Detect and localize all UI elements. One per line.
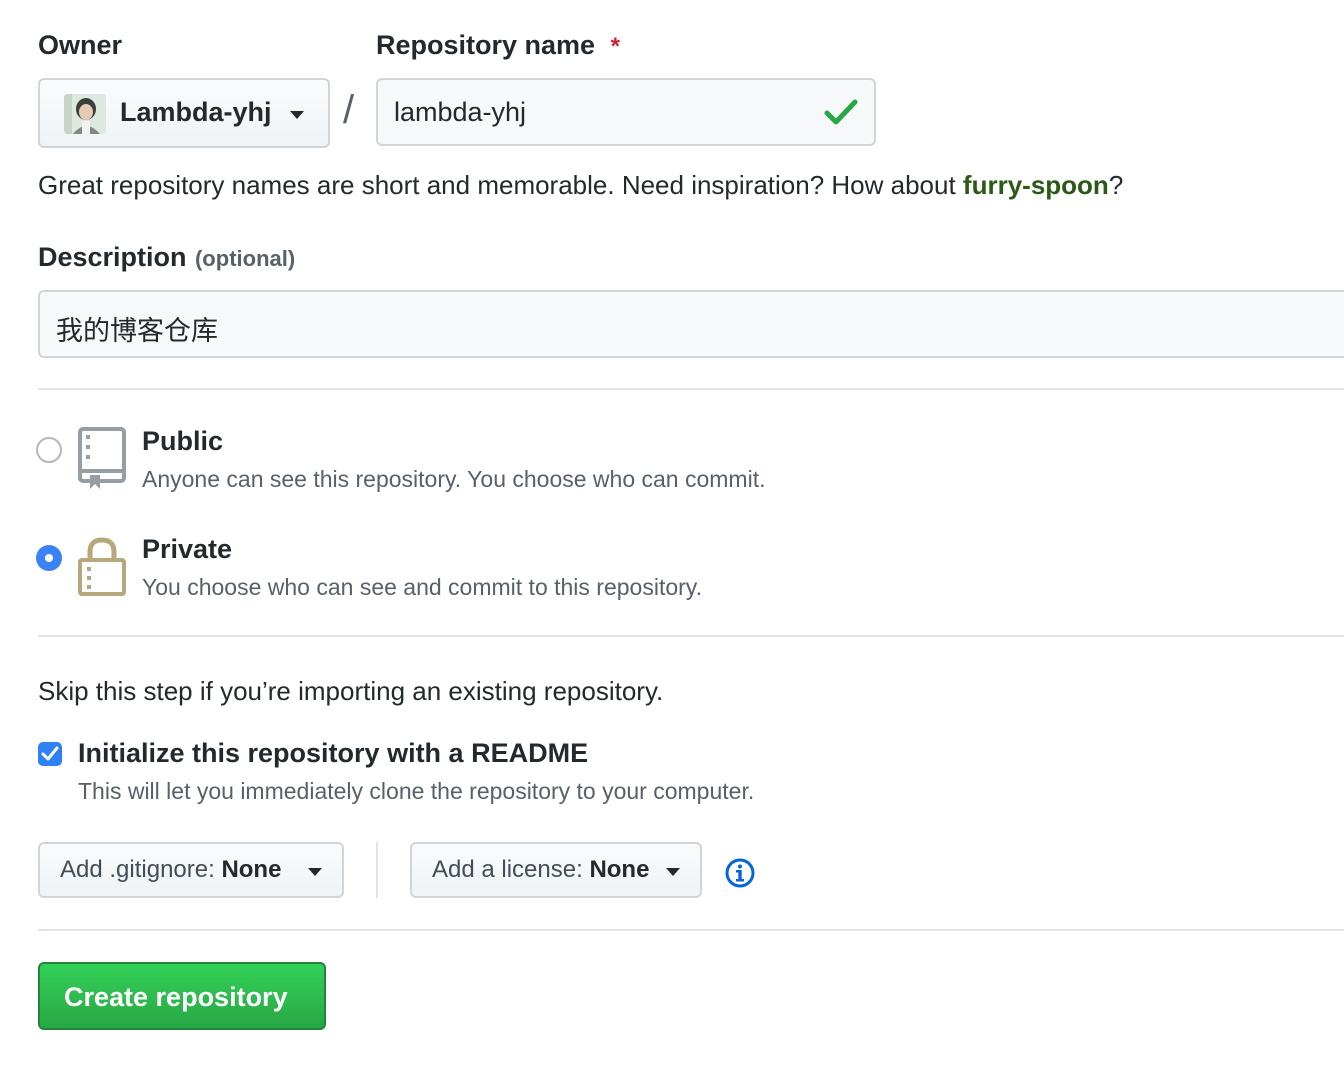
repo-name-input[interactable]: lambda-yhj <box>376 78 876 146</box>
owner-value: Lambda-yhj <box>120 97 272 127</box>
gitignore-select[interactable]: Add .gitignore: None <box>38 842 344 898</box>
description-input[interactable]: 我的博客仓库 <box>38 290 1344 358</box>
repo-icon <box>78 427 126 489</box>
gitignore-label: Add .gitignore: None <box>60 856 282 883</box>
license-select[interactable]: Add a license: None <box>410 842 702 898</box>
check-icon <box>41 746 59 761</box>
visibility-private-desc: You choose who can see and commit to thi… <box>142 574 702 600</box>
repo-name-value: lambda-yhj <box>394 97 527 127</box>
chevron-down-icon <box>290 111 304 119</box>
create-repository-button[interactable]: Create repository <box>38 962 326 1030</box>
check-icon <box>824 99 858 125</box>
readme-desc: This will let you immediately clone the … <box>78 778 755 804</box>
owner-repo-separator: / <box>343 88 355 132</box>
description-label: Description (optional) <box>38 242 296 272</box>
optional-tag: (optional) <box>194 246 296 271</box>
owner-select[interactable]: Lambda-yhj <box>38 78 330 148</box>
visibility-public-desc: Anyone can see this repository. You choo… <box>142 466 766 492</box>
chevron-down-icon <box>666 868 680 876</box>
required-indicator: * <box>610 33 620 60</box>
create-repository-label: Create repository <box>64 982 288 1012</box>
vertical-divider <box>376 842 378 898</box>
repo-name-hint: Great repository names are short and mem… <box>38 170 1124 200</box>
chevron-down-icon <box>308 868 322 876</box>
divider <box>38 635 1344 637</box>
user-avatar-icon <box>64 94 106 134</box>
lock-icon <box>78 537 126 596</box>
readme-checkbox[interactable] <box>38 742 62 766</box>
visibility-private-radio[interactable] <box>36 545 62 571</box>
readme-label[interactable]: Initialize this repository with a README <box>78 738 588 769</box>
description-value: 我的博客仓库 <box>56 316 218 346</box>
name-suggestion-link[interactable]: furry-spoon <box>963 170 1109 200</box>
divider <box>38 929 1344 931</box>
owner-label: Owner <box>38 30 123 60</box>
info-icon[interactable] <box>724 857 756 889</box>
avatar <box>64 94 106 134</box>
visibility-public-title: Public <box>142 426 224 456</box>
skip-step-note: Skip this step if you’re importing an ex… <box>38 676 664 706</box>
visibility-private-title: Private <box>142 534 233 564</box>
visibility-public-radio[interactable] <box>36 437 62 463</box>
divider <box>38 388 1344 390</box>
license-label: Add a license: None <box>432 856 650 883</box>
repo-name-label: Repository name * <box>376 30 620 60</box>
